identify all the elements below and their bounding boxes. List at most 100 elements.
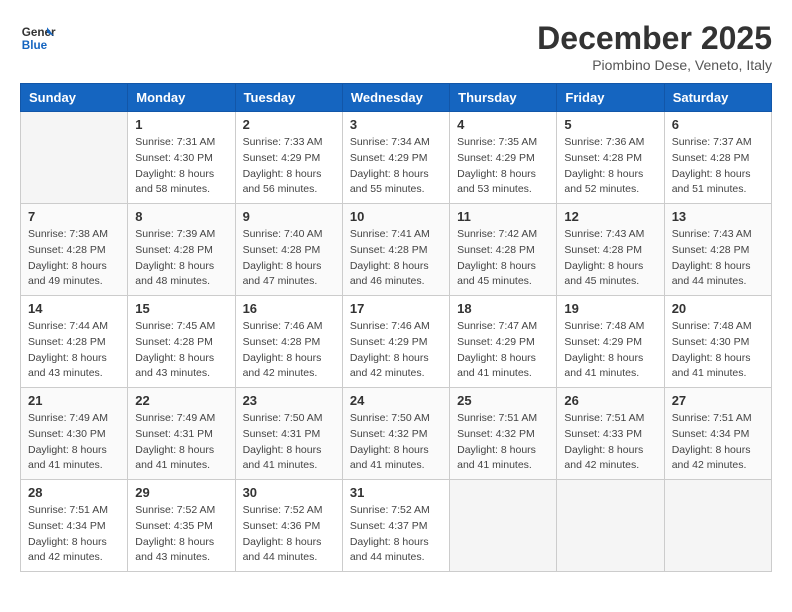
day-info: Sunrise: 7:43 AM Sunset: 4:28 PM Dayligh… bbox=[672, 227, 764, 290]
calendar-cell: 3Sunrise: 7:34 AM Sunset: 4:29 PM Daylig… bbox=[342, 112, 449, 204]
weekday-header: Monday bbox=[128, 84, 235, 112]
calendar-cell: 14Sunrise: 7:44 AM Sunset: 4:28 PM Dayli… bbox=[21, 296, 128, 388]
day-number: 2 bbox=[243, 117, 335, 132]
day-number: 1 bbox=[135, 117, 227, 132]
calendar-cell: 25 Sunrise: 7:51 AM Sunset: 4:32 PM Dayli… bbox=[450, 388, 557, 480]
day-info: Sunrise: 7:43 AM Sunset: 4:28 PM Dayligh… bbox=[564, 227, 656, 290]
day-number: 5 bbox=[564, 117, 656, 132]
day-number: 12 bbox=[564, 209, 656, 224]
calendar-cell: 17 Sunrise: 7:46 AM Sunset: 4:29 PM Dayli… bbox=[342, 296, 449, 388]
logo: General Blue bbox=[20, 20, 56, 56]
day-number: 17 bbox=[350, 301, 442, 316]
day-info: Sunrise: 7:48 AM Sunset: 4:30 PM Dayligh… bbox=[672, 319, 764, 382]
day-number: 22 bbox=[135, 393, 227, 408]
calendar-cell: 10Sunrise: 7:41 AM Sunset: 4:28 PM Dayli… bbox=[342, 204, 449, 296]
weekday-header: Saturday bbox=[664, 84, 771, 112]
calendar-cell: 27Sunrise: 7:51 AM Sunset: 4:34 PM Dayli… bbox=[664, 388, 771, 480]
day-info: Sunrise: 7:51 AM Sunset: 4:33 PM Dayligh… bbox=[564, 411, 656, 474]
calendar-cell: 24 Sunrise: 7:50 AM Sunset: 4:32 PM Dayli… bbox=[342, 388, 449, 480]
day-number: 14 bbox=[28, 301, 120, 316]
day-info: Sunrise: 7:31 AM Sunset: 4:30 PM Dayligh… bbox=[135, 135, 227, 198]
calendar-cell: 26 Sunrise: 7:51 AM Sunset: 4:33 PM Dayli… bbox=[557, 388, 664, 480]
calendar-cell: 21 Sunrise: 7:49 AM Sunset: 4:30 PM Dayli… bbox=[21, 388, 128, 480]
calendar-cell: 12 Sunrise: 7:43 AM Sunset: 4:28 PM Dayli… bbox=[557, 204, 664, 296]
month-title: December 2025 bbox=[537, 20, 772, 57]
day-info: Sunrise: 7:35 AM Sunset: 4:29 PM Dayligh… bbox=[457, 135, 549, 198]
day-info: Sunrise: 7:51 AM Sunset: 4:32 PM Dayligh… bbox=[457, 411, 549, 474]
calendar-week-row: 21 Sunrise: 7:49 AM Sunset: 4:30 PM Dayli… bbox=[21, 388, 772, 480]
day-info: Sunrise: 7:46 AM Sunset: 4:29 PM Dayligh… bbox=[350, 319, 442, 382]
calendar-cell: 4 Sunrise: 7:35 AM Sunset: 4:29 PM Daylig… bbox=[450, 112, 557, 204]
day-number: 29 bbox=[135, 485, 227, 500]
calendar-cell: 20Sunrise: 7:48 AM Sunset: 4:30 PM Dayli… bbox=[664, 296, 771, 388]
page-header: General Blue December 2025 Piombino Dese… bbox=[20, 20, 772, 73]
calendar-cell: 18 Sunrise: 7:47 AM Sunset: 4:29 PM Dayli… bbox=[450, 296, 557, 388]
calendar-cell: 22 Sunrise: 7:49 AM Sunset: 4:31 PM Dayli… bbox=[128, 388, 235, 480]
location-subtitle: Piombino Dese, Veneto, Italy bbox=[537, 57, 772, 73]
calendar-cell bbox=[664, 480, 771, 572]
calendar-cell: 13 Sunrise: 7:43 AM Sunset: 4:28 PM Dayli… bbox=[664, 204, 771, 296]
day-number: 13 bbox=[672, 209, 764, 224]
weekday-header: Tuesday bbox=[235, 84, 342, 112]
svg-text:Blue: Blue bbox=[22, 39, 48, 52]
day-info: Sunrise: 7:52 AM Sunset: 4:37 PM Dayligh… bbox=[350, 503, 442, 566]
day-info: Sunrise: 7:49 AM Sunset: 4:30 PM Dayligh… bbox=[28, 411, 120, 474]
day-info: Sunrise: 7:47 AM Sunset: 4:29 PM Dayligh… bbox=[457, 319, 549, 382]
day-info: Sunrise: 7:40 AM Sunset: 4:28 PM Dayligh… bbox=[243, 227, 335, 290]
calendar-cell: 2 Sunrise: 7:33 AM Sunset: 4:29 PM Daylig… bbox=[235, 112, 342, 204]
calendar-cell bbox=[21, 112, 128, 204]
calendar-week-row: 28Sunrise: 7:51 AM Sunset: 4:34 PM Dayli… bbox=[21, 480, 772, 572]
calendar-cell bbox=[450, 480, 557, 572]
day-number: 31 bbox=[350, 485, 442, 500]
day-info: Sunrise: 7:48 AM Sunset: 4:29 PM Dayligh… bbox=[564, 319, 656, 382]
calendar-week-row: 14Sunrise: 7:44 AM Sunset: 4:28 PM Dayli… bbox=[21, 296, 772, 388]
calendar-cell: 1 Sunrise: 7:31 AM Sunset: 4:30 PM Daylig… bbox=[128, 112, 235, 204]
weekday-header-row: SundayMondayTuesdayWednesdayThursdayFrid… bbox=[21, 84, 772, 112]
day-number: 18 bbox=[457, 301, 549, 316]
day-number: 8 bbox=[135, 209, 227, 224]
day-number: 15 bbox=[135, 301, 227, 316]
calendar-week-row: 7 Sunrise: 7:38 AM Sunset: 4:28 PM Daylig… bbox=[21, 204, 772, 296]
day-number: 23 bbox=[243, 393, 335, 408]
calendar-cell bbox=[557, 480, 664, 572]
day-number: 4 bbox=[457, 117, 549, 132]
day-info: Sunrise: 7:52 AM Sunset: 4:35 PM Dayligh… bbox=[135, 503, 227, 566]
calendar-cell: 23 Sunrise: 7:50 AM Sunset: 4:31 PM Dayli… bbox=[235, 388, 342, 480]
calendar-cell: 30 Sunrise: 7:52 AM Sunset: 4:36 PM Dayli… bbox=[235, 480, 342, 572]
calendar-cell: 11Sunrise: 7:42 AM Sunset: 4:28 PM Dayli… bbox=[450, 204, 557, 296]
calendar-cell: 19 Sunrise: 7:48 AM Sunset: 4:29 PM Dayli… bbox=[557, 296, 664, 388]
logo-icon: General Blue bbox=[20, 20, 56, 56]
day-number: 9 bbox=[243, 209, 335, 224]
day-info: Sunrise: 7:38 AM Sunset: 4:28 PM Dayligh… bbox=[28, 227, 120, 290]
day-info: Sunrise: 7:33 AM Sunset: 4:29 PM Dayligh… bbox=[243, 135, 335, 198]
day-number: 3 bbox=[350, 117, 442, 132]
day-info: Sunrise: 7:39 AM Sunset: 4:28 PM Dayligh… bbox=[135, 227, 227, 290]
day-info: Sunrise: 7:50 AM Sunset: 4:32 PM Dayligh… bbox=[350, 411, 442, 474]
weekday-header: Sunday bbox=[21, 84, 128, 112]
day-info: Sunrise: 7:52 AM Sunset: 4:36 PM Dayligh… bbox=[243, 503, 335, 566]
day-number: 27 bbox=[672, 393, 764, 408]
day-number: 24 bbox=[350, 393, 442, 408]
title-block: December 2025 Piombino Dese, Veneto, Ita… bbox=[537, 20, 772, 73]
day-number: 30 bbox=[243, 485, 335, 500]
day-number: 6 bbox=[672, 117, 764, 132]
calendar-cell: 15Sunrise: 7:45 AM Sunset: 4:28 PM Dayli… bbox=[128, 296, 235, 388]
calendar-cell: 31 Sunrise: 7:52 AM Sunset: 4:37 PM Dayli… bbox=[342, 480, 449, 572]
calendar-cell: 9 Sunrise: 7:40 AM Sunset: 4:28 PM Daylig… bbox=[235, 204, 342, 296]
day-number: 11 bbox=[457, 209, 549, 224]
day-number: 21 bbox=[28, 393, 120, 408]
day-number: 25 bbox=[457, 393, 549, 408]
day-number: 16 bbox=[243, 301, 335, 316]
day-info: Sunrise: 7:49 AM Sunset: 4:31 PM Dayligh… bbox=[135, 411, 227, 474]
day-info: Sunrise: 7:36 AM Sunset: 4:28 PM Dayligh… bbox=[564, 135, 656, 198]
day-number: 19 bbox=[564, 301, 656, 316]
weekday-header: Friday bbox=[557, 84, 664, 112]
day-number: 28 bbox=[28, 485, 120, 500]
day-info: Sunrise: 7:46 AM Sunset: 4:28 PM Dayligh… bbox=[243, 319, 335, 382]
day-info: Sunrise: 7:41 AM Sunset: 4:28 PM Dayligh… bbox=[350, 227, 442, 290]
calendar-cell: 7 Sunrise: 7:38 AM Sunset: 4:28 PM Daylig… bbox=[21, 204, 128, 296]
day-info: Sunrise: 7:50 AM Sunset: 4:31 PM Dayligh… bbox=[243, 411, 335, 474]
calendar-cell: 6Sunrise: 7:37 AM Sunset: 4:28 PM Daylig… bbox=[664, 112, 771, 204]
day-number: 26 bbox=[564, 393, 656, 408]
day-number: 7 bbox=[28, 209, 120, 224]
